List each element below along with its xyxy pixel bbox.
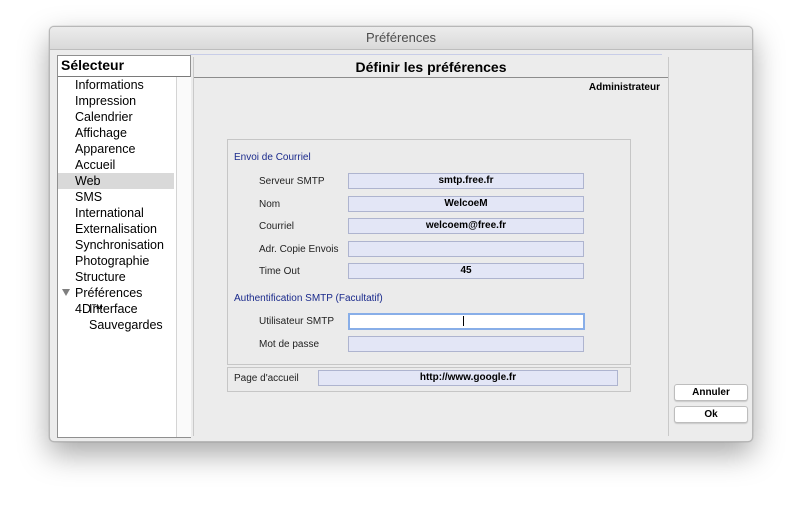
smtp-server-label: Serveur SMTP xyxy=(259,176,325,187)
selector-item-affichage[interactable]: Affichage xyxy=(58,125,174,141)
password-label: Mot de passe xyxy=(259,339,320,350)
homepage-field[interactable]: http://www.google.fr xyxy=(318,370,618,386)
smtp-user-field[interactable] xyxy=(348,313,585,330)
selector-header: Sélecteur xyxy=(61,57,125,73)
ok-button[interactable]: Ok xyxy=(674,406,748,423)
selector-item-sms[interactable]: SMS xyxy=(58,189,174,205)
selector-item-apparence[interactable]: Apparence xyxy=(58,141,174,157)
disclosure-triangle-icon[interactable] xyxy=(62,289,70,296)
selector-item-informations[interactable]: Informations xyxy=(58,77,174,93)
selector-item-structure[interactable]: Structure xyxy=(58,269,174,285)
mail-section-title: Envoi de Courriel xyxy=(234,152,311,163)
cc-address-label: Adr. Copie Envois xyxy=(259,244,339,255)
text-cursor xyxy=(463,316,464,326)
selector-scrollbar[interactable] xyxy=(176,77,191,437)
email-field[interactable]: welcoem@free.fr xyxy=(348,218,584,234)
selector-item-calendrier[interactable]: Calendrier xyxy=(58,109,174,125)
selector-item-externalisation[interactable]: Externalisation xyxy=(58,221,174,237)
name-field[interactable]: WelcoeM xyxy=(348,196,584,212)
selector-item-interface[interactable]: Interface xyxy=(58,301,174,317)
user-name: Administrateur xyxy=(588,82,660,93)
homepage-group: Page d'accueil http://www.google.fr xyxy=(227,367,631,392)
preferences-pane: Définir les préférences Administrateur E… xyxy=(193,57,669,436)
timeout-field[interactable]: 45 xyxy=(348,263,584,279)
preferences-window: Préférences Sélecteur Informations Impre… xyxy=(49,26,753,442)
selector-panel: Sélecteur Informations Impression Calend… xyxy=(57,55,191,438)
window-title: Préférences xyxy=(50,27,752,50)
selector-item-sauvegardes[interactable]: Sauvegardes xyxy=(58,317,174,333)
selector-item-impression[interactable]: Impression xyxy=(58,93,174,109)
smtp-user-label: Utilisateur SMTP xyxy=(259,316,335,327)
cancel-button[interactable]: Annuler xyxy=(674,384,748,401)
pane-title: Définir les préférences xyxy=(194,57,668,78)
timeout-label: Time Out xyxy=(259,266,300,277)
password-field[interactable] xyxy=(348,336,584,352)
auth-section-title: Authentification SMTP (Facultatif) xyxy=(234,293,383,304)
selector-item-accueil[interactable]: Accueil xyxy=(58,157,174,173)
selector-list: Informations Impression Calendrier Affic… xyxy=(58,77,176,437)
homepage-label: Page d'accueil xyxy=(234,373,299,384)
selector-item-synchronisation[interactable]: Synchronisation xyxy=(58,237,174,253)
selector-item-international[interactable]: International xyxy=(58,205,174,221)
email-label: Courriel xyxy=(259,221,295,232)
divider xyxy=(190,54,662,55)
cc-address-field[interactable] xyxy=(348,241,584,257)
name-label: Nom xyxy=(259,199,281,210)
mail-settings-group: Envoi de Courriel Serveur SMTP smtp.free… xyxy=(227,139,631,365)
smtp-server-field[interactable]: smtp.free.fr xyxy=(348,173,584,189)
selector-item-web[interactable]: Web xyxy=(58,173,174,189)
selector-item-preferences-4d[interactable]: Préférences 4D™ xyxy=(58,285,174,316)
selector-item-photographie[interactable]: Photographie xyxy=(58,253,174,269)
